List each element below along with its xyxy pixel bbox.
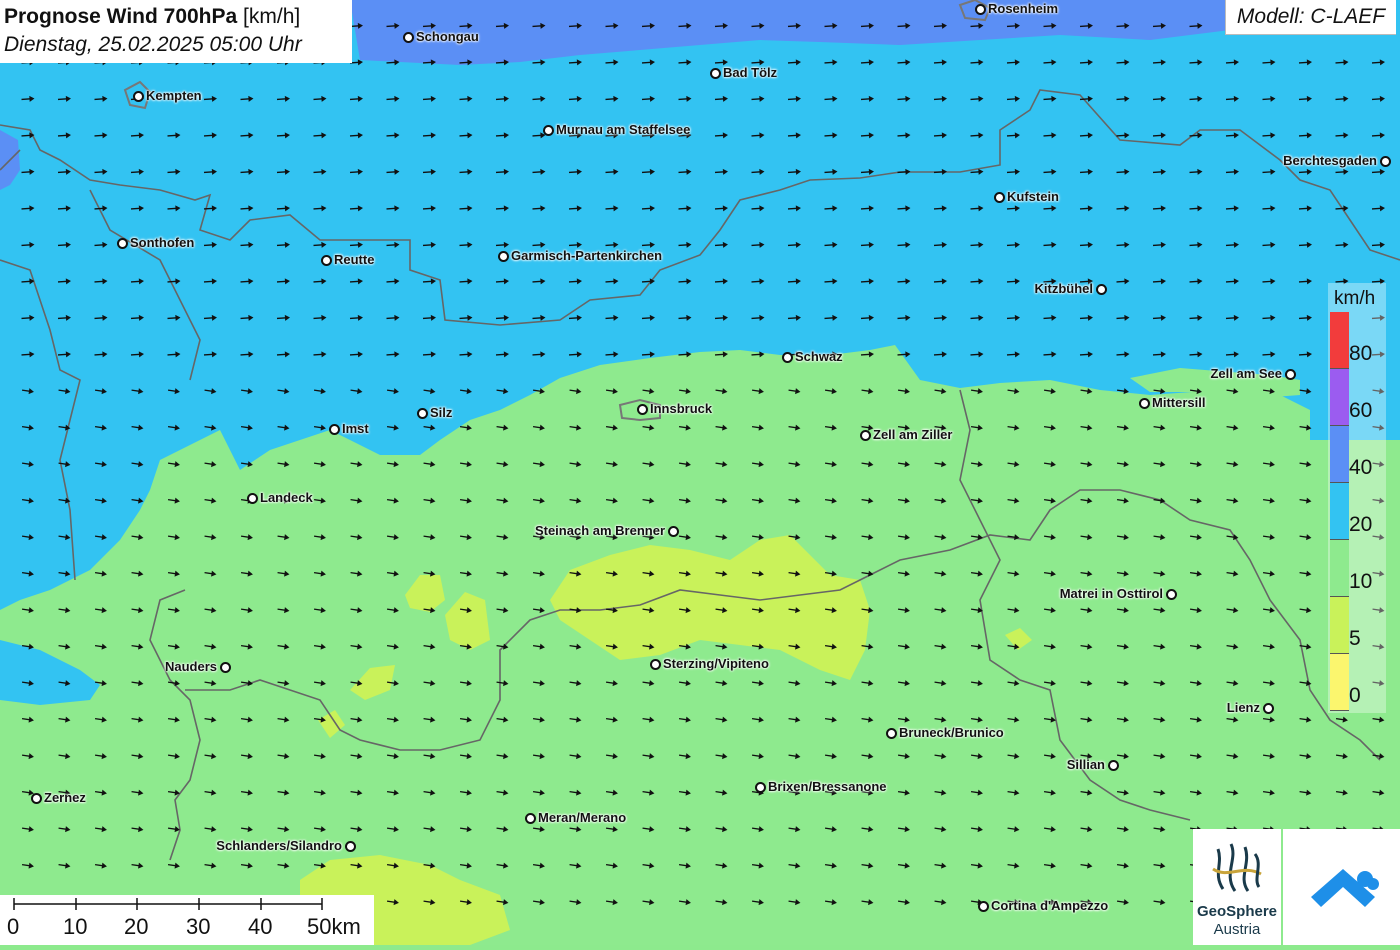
city-marker [133,91,144,102]
legend-label-80: 80 [1349,342,1373,365]
city-marker [710,68,721,79]
city-marker [498,251,509,262]
legend-swatch-20 [1330,483,1349,540]
title: Prognose Wind 700hPa [km/h] [4,3,352,31]
city-label: Cortina d'Ampezzo [991,898,1109,913]
scale-label-0: 0 [7,914,20,939]
legend-swatch-40 [1330,426,1349,483]
city-label: Berchtesgaden [1283,153,1377,168]
city-marker [321,255,332,266]
scale-label-10: 10 [63,914,88,939]
city-marker [755,782,766,793]
city-marker [1108,760,1119,771]
city-label: Zell am Ziller [873,427,953,442]
legend-bar [1330,312,1349,711]
city-label: Silz [430,405,453,420]
city-marker [220,662,231,673]
legend-swatch-0 [1330,654,1349,711]
legend-unit: km/h [1334,288,1376,309]
city-marker [637,404,648,415]
city-label: Nauders [164,659,217,674]
city-marker [525,813,536,824]
cloud-mountain-icon [1311,869,1379,907]
city-label: Schlanders/Silandro [216,838,342,853]
city-marker [1380,156,1391,167]
city-label: Mittersill [1152,395,1206,410]
scale-label-20: 20 [124,914,149,939]
city-marker [403,32,414,43]
scale-label-30: 30 [186,914,211,939]
city-label: Sillian [1066,757,1105,772]
city-label: Landeck [260,490,313,505]
city-label: Sterzing/Vipiteno [663,656,769,671]
city-label: Zernez [44,790,86,805]
city-marker [543,125,554,136]
city-label: Schongau [416,29,479,44]
city-label: Imst [342,421,369,436]
city-label: Murnau am Staffelsee [556,122,691,137]
city-marker [1166,589,1177,600]
legend-label-5: 5 [1349,627,1361,650]
city-label: Brixen/Bressanone [768,779,887,794]
title-text: Prognose Wind 700hPa [4,5,238,28]
scale-label-50: 50km [307,914,361,939]
city-label: Bad Tölz [723,65,778,80]
city-marker [1096,284,1107,295]
city-marker [668,526,679,537]
forecast-datetime: Dienstag, 25.02.2025 05:00 Uhr [4,33,302,56]
legend-swatch-60 [1330,369,1349,426]
city-marker [650,659,661,670]
city-marker [1285,369,1296,380]
geosphere-name: GeoSphere [1196,903,1278,920]
legend-label-0: 0 [1349,684,1361,707]
geosphere-sub: Austria [1213,921,1261,938]
legend-label-20: 20 [1349,513,1373,536]
scale-bar: 0 10 20 30 40 50km [0,895,374,945]
city-label: Bruneck/Brunico [899,725,1004,740]
legend-label-10: 10 [1349,570,1373,593]
title-unit: [km/h] [243,5,301,28]
geosphere-logo-icon [1212,843,1262,892]
city-label: Kitzbühel [1034,281,1094,296]
city-marker [1263,703,1274,714]
city-label: Reutte [334,252,375,267]
city-label: Meran/Merano [538,810,627,825]
city-marker [860,430,871,441]
legend-swatch-80 [1330,312,1349,369]
legend-label-40: 40 [1349,456,1373,479]
city-marker [117,238,128,249]
city-label: Lienz [1226,700,1260,715]
legend-swatch-10 [1330,540,1349,597]
city-marker [31,793,42,804]
city-marker [417,408,428,419]
city-label: Innsbruck [650,401,713,416]
legend-label-60: 60 [1349,399,1373,422]
city-label: Kempten [146,88,202,103]
legend-swatch-5 [1330,597,1349,654]
city-label: Zell am See [1210,366,1282,381]
city-label: Steinach am Brenner [534,523,665,538]
city-marker [345,841,356,852]
city-label: Matrei in Osttirol [1059,586,1163,601]
city-label: Sonthofen [130,235,195,250]
city-marker [994,192,1005,203]
title-box: Prognose Wind 700hPa [km/h] Dienstag, 25… [0,0,352,63]
city-label: Rosenheim [988,1,1059,16]
city-marker [782,352,793,363]
city-marker [329,424,340,435]
model-label: Modell: C-LAEF [1225,0,1396,35]
city-marker [1139,398,1150,409]
city-label: Kufstein [1007,189,1059,204]
city-marker [975,4,986,15]
wind-map [0,0,1400,945]
city-marker [247,493,258,504]
geosphere-logo: GeoSphere Austria [1193,829,1281,945]
city-label: Schwaz [795,349,843,364]
city-marker [978,901,989,912]
scale-label-40: 40 [248,914,273,939]
city-label: Garmisch-Partenkirchen [511,248,663,263]
city-marker [886,728,897,739]
weather-app-logo [1283,829,1400,945]
